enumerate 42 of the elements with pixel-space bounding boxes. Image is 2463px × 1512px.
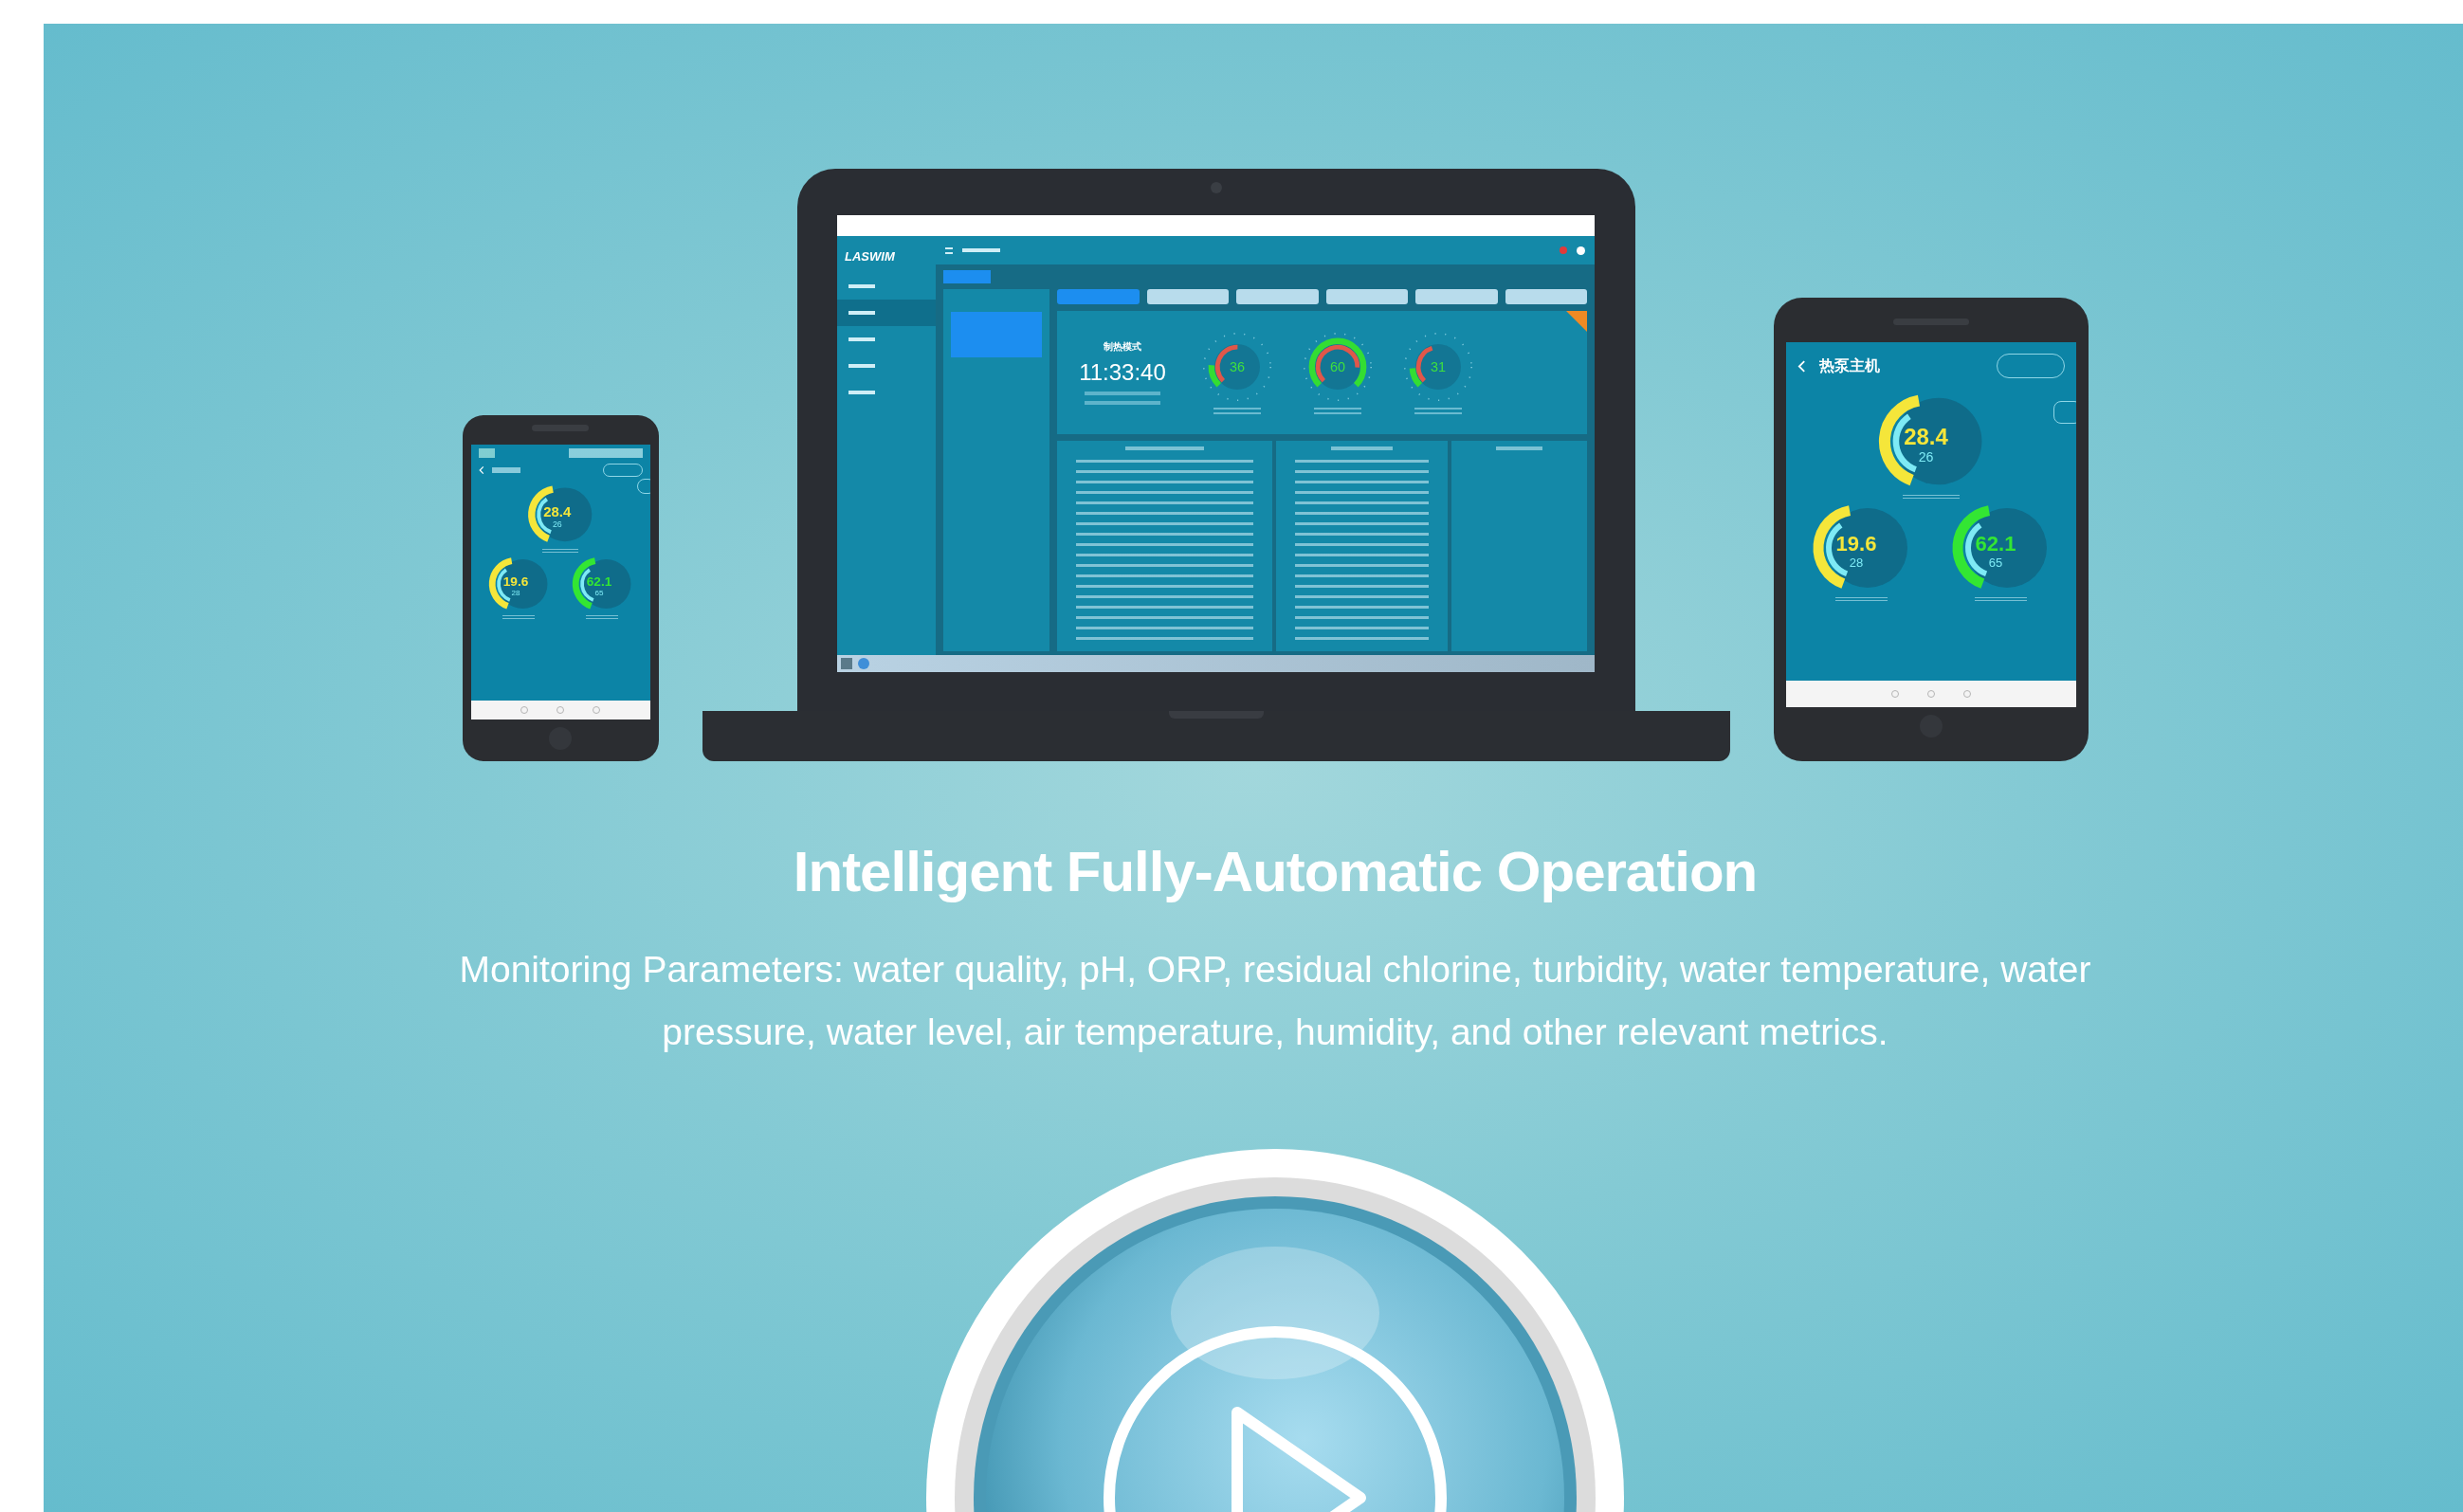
gauge-setpoint: 65 <box>1988 556 2003 571</box>
gauge-setpoint: 26 <box>552 519 562 530</box>
tab[interactable] <box>1057 289 1140 304</box>
nav-item[interactable] <box>837 300 936 326</box>
panel-title-drawing <box>1331 446 1393 450</box>
gauge-value: 19.6 <box>502 574 528 589</box>
back-icon[interactable] <box>1797 358 1806 373</box>
gauge-setpoint: 26 <box>1918 449 1933 465</box>
gauge-value: 60 <box>1330 358 1345 374</box>
logo: LASWIM <box>844 248 896 265</box>
tab[interactable] <box>1146 289 1229 304</box>
breadcrumb-drawing <box>962 248 1000 252</box>
description: Monitoring Parameters: water quality, pH, ORP, residual chlorine, turbidity, water temperature, water pressure, water level, air temperature, humidity, and other relevant metrics. <box>458 948 2092 1054</box>
start-icon[interactable] <box>841 658 852 669</box>
tab[interactable] <box>1236 289 1319 304</box>
panel-title-drawing <box>1496 446 1543 450</box>
screen-title: 热泵主机 <box>1818 355 1880 376</box>
back-icon[interactable] <box>478 465 484 475</box>
gauge-arc <box>1308 337 1367 387</box>
avatar-icon[interactable] <box>1577 246 1585 255</box>
browser-icon[interactable] <box>858 658 869 669</box>
screen-title-drawing <box>491 467 520 473</box>
gauge-value: 28.4 <box>1903 423 1948 449</box>
clock-time: 11:33:40 <box>1079 359 1166 386</box>
gauge-value: 62.1 <box>586 574 612 589</box>
device-card[interactable] <box>951 312 1042 357</box>
tab[interactable] <box>1415 289 1498 304</box>
menu-icon[interactable] <box>945 246 953 254</box>
gauge-value: 31 <box>1431 358 1446 374</box>
corner-ribbon-icon <box>1566 311 1587 332</box>
gauge-value: 62.1 <box>1975 532 2016 556</box>
gauge-value: 36 <box>1230 358 1245 374</box>
gauge-arc <box>1315 344 1360 382</box>
bell-icon[interactable] <box>1560 246 1567 254</box>
gauge-value: 19.6 <box>1835 532 1877 556</box>
heading: Intelligent Fully-Automatic Operation <box>793 839 1758 904</box>
gauge-value: 28.4 <box>543 503 572 519</box>
tab[interactable] <box>1325 289 1408 304</box>
mode-label: 制热模式 <box>1104 340 1141 354</box>
gauge-setpoint: 28 <box>1849 556 1864 571</box>
page-tab[interactable] <box>943 270 991 283</box>
tab[interactable] <box>1505 289 1587 304</box>
